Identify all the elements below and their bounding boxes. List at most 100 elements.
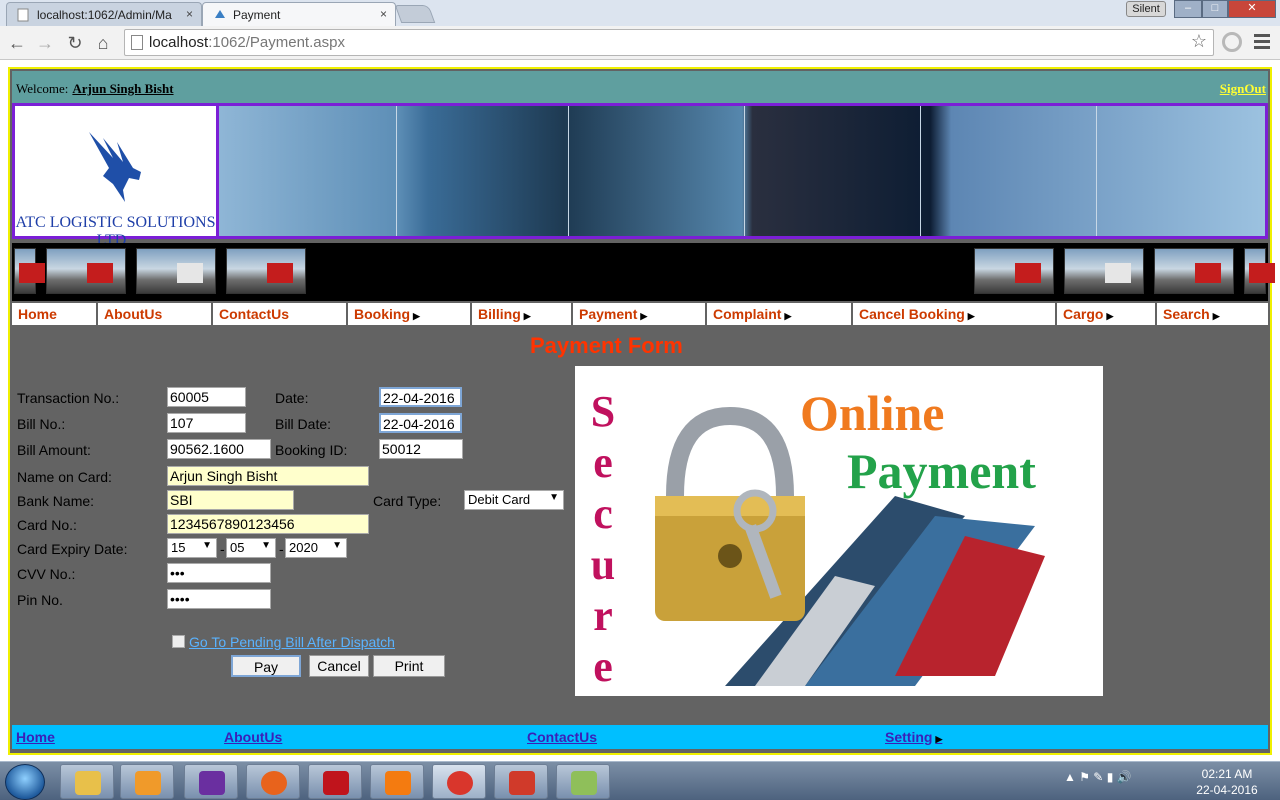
bill-amount-label: Bill Amount: (17, 442, 91, 458)
address-bar[interactable]: localhost:1062/Payment.aspx ☆ (124, 29, 1214, 56)
truck-image (14, 248, 45, 294)
menu-home[interactable]: Home (12, 303, 98, 325)
extension-icon[interactable] (1222, 32, 1242, 52)
company-logo: ATC LOGISTIC SOLUTIONS LTD., (15, 106, 216, 249)
forward-icon[interactable]: → (34, 32, 56, 54)
system-tray-icons[interactable]: ▲ ⚑ ✎ ▮ 🔊 (1064, 770, 1132, 784)
ship-photo (397, 106, 569, 236)
close-tab-icon[interactable]: × (380, 7, 387, 21)
cvv-input[interactable]: ••• (167, 563, 271, 583)
truck-image (1244, 248, 1275, 294)
submenu-arrow-icon: ▶ (784, 311, 792, 321)
footer-home-link[interactable]: Home (16, 729, 55, 745)
chrome-taskbar-icon[interactable] (432, 764, 486, 799)
menu-contactus[interactable]: ContactUs (213, 303, 348, 325)
cancel-button[interactable]: Cancel (309, 655, 369, 677)
payment-text: Payment (847, 443, 1036, 499)
menu-complaint[interactable]: Complaint ▶ (707, 303, 853, 325)
card-expiry-label: Card Expiry Date: (17, 541, 128, 557)
firefox-taskbar-icon[interactable] (246, 764, 300, 799)
dropdown-arrow-icon: ▼ (549, 492, 559, 503)
media-player-taskbar-icon[interactable] (120, 764, 174, 799)
booking-id-label: Booking ID: (275, 442, 348, 458)
truck-image (1064, 248, 1144, 294)
acrobat-taskbar-icon[interactable] (308, 764, 362, 799)
tab-title: localhost:1062/Admin/Ma (37, 8, 172, 22)
user-name-link[interactable]: Arjun Singh Bisht (72, 81, 173, 96)
bill-date-label: Bill Date: (275, 416, 332, 432)
pay-button[interactable]: Pay (231, 655, 301, 677)
card-type-select[interactable]: Debit Card ▼ (464, 490, 564, 510)
explorer-taskbar-icon[interactable] (60, 764, 114, 799)
submenu-arrow-icon: ▶ (935, 734, 943, 744)
windows-taskbar: ▲ ⚑ ✎ ▮ 🔊 02:21 AM 22-04-2016 (0, 761, 1280, 800)
ship-photo (569, 106, 745, 236)
footer-contactus-link[interactable]: ContactUs (527, 729, 597, 745)
maximize-icon[interactable]: □ (1202, 0, 1228, 18)
browser-tab-bar: localhost:1062/Admin/Ma × Payment × Sile… (0, 0, 1280, 26)
close-window-icon[interactable]: ✕ (1228, 0, 1276, 18)
expiry-day-select[interactable]: 15 ▼ (167, 538, 217, 558)
main-menu: Home AboutUs ContactUs Booking ▶ Billing ▶… (12, 303, 1268, 325)
submenu-arrow-icon: ▶ (967, 311, 975, 321)
welcome-text: Welcome: Arjun Singh Bisht (16, 81, 174, 96)
menu-payment[interactable]: Payment ▶ (573, 303, 707, 325)
menu-booking[interactable]: Booking ▶ (348, 303, 472, 325)
bank-name-input[interactable]: SBI (167, 490, 294, 510)
minimize-icon[interactable]: – (1174, 0, 1202, 18)
menu-search[interactable]: Search ▶ (1157, 303, 1268, 325)
new-tab-button[interactable] (394, 5, 436, 23)
close-tab-icon[interactable]: × (186, 7, 193, 21)
transaction-no-input[interactable]: 60005 (167, 387, 246, 407)
transaction-no-label: Transaction No.: (17, 390, 120, 406)
favicon-icon (213, 8, 227, 22)
welcome-bar: Welcome: Arjun Singh Bisht SignOut (12, 71, 1268, 103)
secure-payment-image: S e c u r e Online Payment (575, 366, 1103, 696)
bill-amount-input[interactable]: 90562.1600 (167, 439, 271, 459)
eagle-icon (89, 132, 141, 202)
menu-cargo[interactable]: Cargo ▶ (1057, 303, 1157, 325)
menu-cancel-booking[interactable]: Cancel Booking ▶ (853, 303, 1057, 325)
footer-aboutus-link[interactable]: AboutUs (224, 729, 282, 745)
start-button[interactable] (5, 764, 45, 800)
header-banner: ATC LOGISTIC SOLUTIONS LTD., (12, 103, 1268, 249)
bill-date-input[interactable]: 22-04-2016 (379, 413, 462, 433)
bookmark-star-icon[interactable]: ☆ (1191, 31, 1207, 52)
bank-name-label: Bank Name: (17, 493, 95, 509)
pending-bill-checkbox[interactable] (172, 635, 185, 648)
print-button[interactable]: Print (373, 655, 445, 677)
browser-tab-admin[interactable]: localhost:1062/Admin/Ma × (6, 2, 202, 26)
back-icon[interactable]: ← (6, 32, 28, 54)
footer-setting-menu[interactable]: Setting ▶ (885, 729, 942, 745)
page-icon (17, 8, 31, 22)
bill-no-label: Bill No.: (17, 416, 66, 432)
truck-image (46, 248, 126, 294)
shipping-photos (219, 106, 1265, 236)
browser-tab-payment[interactable]: Payment × (202, 2, 396, 26)
port-photo (219, 106, 397, 236)
expiry-month-select[interactable]: 05 ▼ (226, 538, 276, 558)
name-on-card-input[interactable]: Arjun Singh Bisht (167, 466, 369, 486)
booking-id-input[interactable]: 50012 (379, 439, 463, 459)
taskbar-clock[interactable]: 02:21 AM 22-04-2016 (1192, 766, 1262, 798)
card-no-input[interactable]: 1234567890123456 (167, 514, 369, 534)
date-input[interactable]: 22-04-2016 (379, 387, 462, 407)
pin-label: Pin No. (17, 592, 63, 608)
home-icon[interactable]: ⌂ (92, 32, 114, 54)
expiry-year-select[interactable]: 2020 ▼ (285, 538, 347, 558)
truck-marquee (12, 243, 1275, 301)
menu-billing[interactable]: Billing ▶ (472, 303, 573, 325)
signout-link[interactable]: SignOut (1220, 81, 1266, 97)
visual-studio-taskbar-icon[interactable] (184, 764, 238, 799)
menu-aboutus[interactable]: AboutUs (98, 303, 213, 325)
ccleaner-taskbar-icon[interactable] (494, 764, 548, 799)
pending-bill-link[interactable]: Go To Pending Bill After Dispatch (189, 634, 395, 650)
bill-no-input[interactable]: 107 (167, 413, 246, 433)
reload-icon[interactable]: ↻ (64, 32, 86, 54)
dropdown-arrow-icon: ▼ (261, 540, 271, 551)
pin-input[interactable]: •••• (167, 589, 271, 609)
menu-icon[interactable] (1254, 34, 1270, 50)
paint-taskbar-icon[interactable] (556, 764, 610, 799)
vlc-taskbar-icon[interactable] (370, 764, 424, 799)
truck-image (136, 248, 216, 294)
